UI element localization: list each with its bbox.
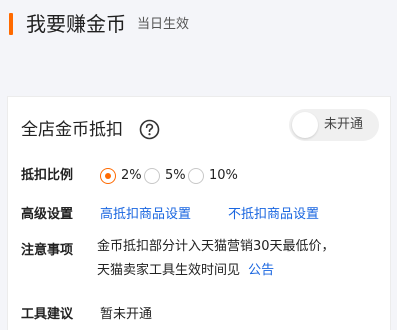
no-deduction-settings-link[interactable]: 不抵扣商品设置 (228, 205, 319, 225)
coin-deduction-card: 全店金币抵扣 未开通 抵扣比例 2% 5% 10% 高级设置 高抵扣商品设置 不… (7, 96, 391, 330)
high-deduction-settings-link[interactable]: 高抵扣商品设置 (100, 205, 191, 225)
notes-label: 注意事项 (21, 243, 74, 258)
activation-toggle[interactable]: 未开通 (289, 109, 379, 141)
notes-line-2-text: 天猫卖家工具生效时间见 (97, 263, 241, 278)
tool-suggestion-label: 工具建议 (21, 307, 74, 322)
ratio-radio-group: 2% 5% 10% (100, 166, 270, 186)
question-circle-icon[interactable] (139, 119, 160, 140)
ratio-option-label: 2% (121, 168, 142, 183)
radio-circle (144, 168, 160, 184)
radio-circle (188, 168, 204, 184)
page-title: 我要赚金币 (26, 12, 126, 36)
page-header: 我要赚金币 当日生效 (0, 0, 397, 82)
ratio-option-2[interactable]: 2% (100, 166, 142, 186)
announcement-link[interactable]: 公告 (248, 263, 274, 278)
toggle-label: 未开通 (324, 117, 364, 132)
advanced-settings-label: 高级设置 (21, 207, 74, 222)
ratio-label: 抵扣比例 (21, 168, 74, 183)
ratio-option-5[interactable]: 5% (144, 166, 186, 186)
notes-line-1: 金币抵扣部分计入天猫营销30天最低价， (97, 239, 335, 254)
card-title: 全店金币抵扣 (21, 120, 123, 140)
ratio-option-10[interactable]: 10% (188, 166, 238, 186)
radio-circle-checked (100, 168, 116, 184)
page-subtitle: 当日生效 (137, 17, 190, 32)
ratio-option-label: 10% (209, 168, 238, 183)
title-accent-bar (9, 13, 13, 35)
ratio-option-label: 5% (165, 168, 186, 183)
notes-line-2: 天猫卖家工具生效时间见 公告 (97, 259, 274, 283)
toggle-knob (292, 112, 318, 138)
tool-suggestion-value: 暂未开通 (100, 307, 153, 322)
